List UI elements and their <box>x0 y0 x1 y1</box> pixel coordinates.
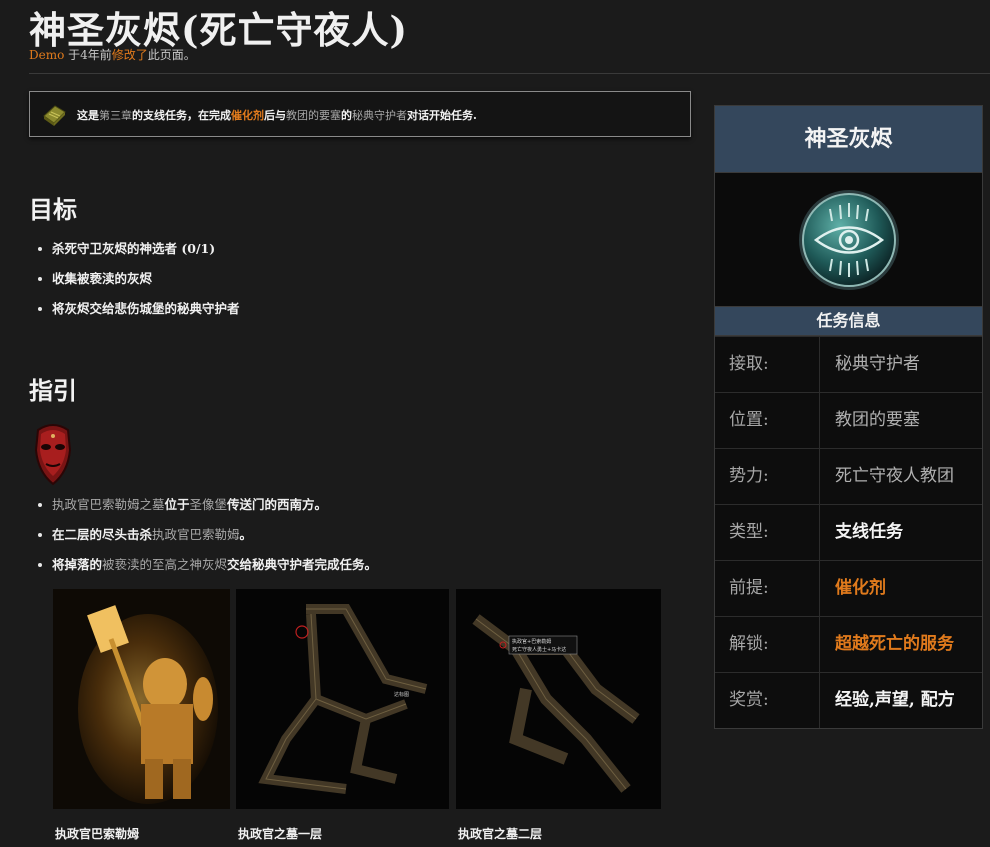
catalyst-link[interactable]: 催化剂 <box>231 109 264 122</box>
eye-emblem-icon <box>798 189 899 290</box>
list-item: 将掉落的被亵渎的至高之神灰烬交给秘典守护者完成任务。 <box>38 555 377 585</box>
fortress-link[interactable]: 教团的要塞 <box>286 109 341 122</box>
caption-level-2: 执政官之墓二层 <box>458 827 543 841</box>
objectives-heading: 目标 <box>29 195 77 224</box>
map-level-2-image[interactable]: 执政官+巴索勒姆 死亡守夜人勇士+马卡达 <box>456 589 661 809</box>
keeper-link[interactable]: 秘典守护者 <box>352 109 407 122</box>
author-link[interactable]: Demo <box>29 48 64 62</box>
quest-notice: 这是第三章的支线任务，在完成催化剂后与教团的要塞的秘典守护者对话开始任务. <box>29 91 691 137</box>
caption-level-1: 执政官之墓一层 <box>238 827 323 841</box>
map-tooltip-line1: 执政官+巴索勒姆 <box>512 638 551 645</box>
list-item: 执政官巴索勒姆之墓位于圣像堡传送门的西南方。 <box>38 495 377 525</box>
map-tooltip-line2: 死亡守夜人勇士+马卡达 <box>512 646 566 653</box>
sanctuary-link[interactable]: 圣像堡 <box>190 497 228 512</box>
map-tag-text: 达标图 <box>394 691 409 698</box>
boss-image[interactable] <box>53 589 230 809</box>
faction-value[interactable]: 死亡守夜人教团 <box>820 449 982 504</box>
tomb-link[interactable]: 执政官巴索勒姆之墓 <box>52 497 165 512</box>
list-item: 将灰烬交给悲伤城堡的秘典守护者 <box>38 299 240 329</box>
infobox-image <box>715 173 982 307</box>
unlocks-link[interactable]: 超越死亡的服务 <box>820 617 982 672</box>
infobox-row-giver: 接取: 秘典守护者 <box>715 336 982 392</box>
infobox-row-reward: 奖赏: 经验,声望, 配方 <box>715 672 982 728</box>
list-item: 杀死守卫灰烬的神选者 (0/1) <box>38 239 240 269</box>
infobox-title: 神圣灰烬 <box>715 106 982 173</box>
guide-list: 执政官巴索勒姆之墓位于圣像堡传送门的西南方。 在二层的尽头击杀执政官巴索勒姆。 … <box>38 495 377 585</box>
chapter-link[interactable]: 第三章 <box>99 109 132 122</box>
infobox-row-unlocks: 解锁: 超越死亡的服务 <box>715 616 982 672</box>
title-divider <box>29 73 990 74</box>
caption-boss: 执政官巴索勒姆 <box>55 827 140 841</box>
history-link[interactable]: 修改了 <box>112 48 148 62</box>
reward-value: 经验,声望, 配方 <box>835 690 955 710</box>
map-level-1-image[interactable]: 达标图 <box>236 589 449 809</box>
mask-icon <box>34 424 72 486</box>
prereq-link[interactable]: 催化剂 <box>820 561 982 616</box>
quest-infobox: 神圣灰烬 任务信息 接取: 秘典守护者 位置: 教团的要塞 势力: 死亡守夜人教… <box>714 105 983 729</box>
infobox-row-type: 类型: 支线任务 <box>715 504 982 560</box>
infobox-row-location: 位置: 教团的要塞 <box>715 392 982 448</box>
objectives-list: 杀死守卫灰烬的神选者 (0/1) 收集被亵渎的灰烬 将灰烬交给悲伤城堡的秘典守护… <box>38 239 240 329</box>
guide-heading: 指引 <box>29 376 77 405</box>
list-item: 收集被亵渎的灰烬 <box>38 269 240 299</box>
edit-info: Demo 于4年前修改了此页面。 <box>29 48 196 62</box>
book-icon <box>43 105 66 126</box>
infobox-row-faction: 势力: 死亡守夜人教团 <box>715 448 982 504</box>
quest-giver-value[interactable]: 秘典守护者 <box>820 337 982 392</box>
notice-text: 这是第三章的支线任务，在完成催化剂后与教团的要塞的秘典守护者对话开始任务. <box>77 109 477 122</box>
list-item: 在二层的尽头击杀执政官巴索勒姆。 <box>38 525 377 555</box>
location-value[interactable]: 教团的要塞 <box>820 393 982 448</box>
ashes-link[interactable]: 被亵渎的至高之神灰烬 <box>102 557 227 572</box>
infobox-subtitle: 任务信息 <box>715 307 982 336</box>
boss-link[interactable]: 执政官巴索勒姆 <box>152 527 240 542</box>
infobox-row-prereq: 前提: 催化剂 <box>715 560 982 616</box>
type-value: 支线任务 <box>835 522 903 542</box>
